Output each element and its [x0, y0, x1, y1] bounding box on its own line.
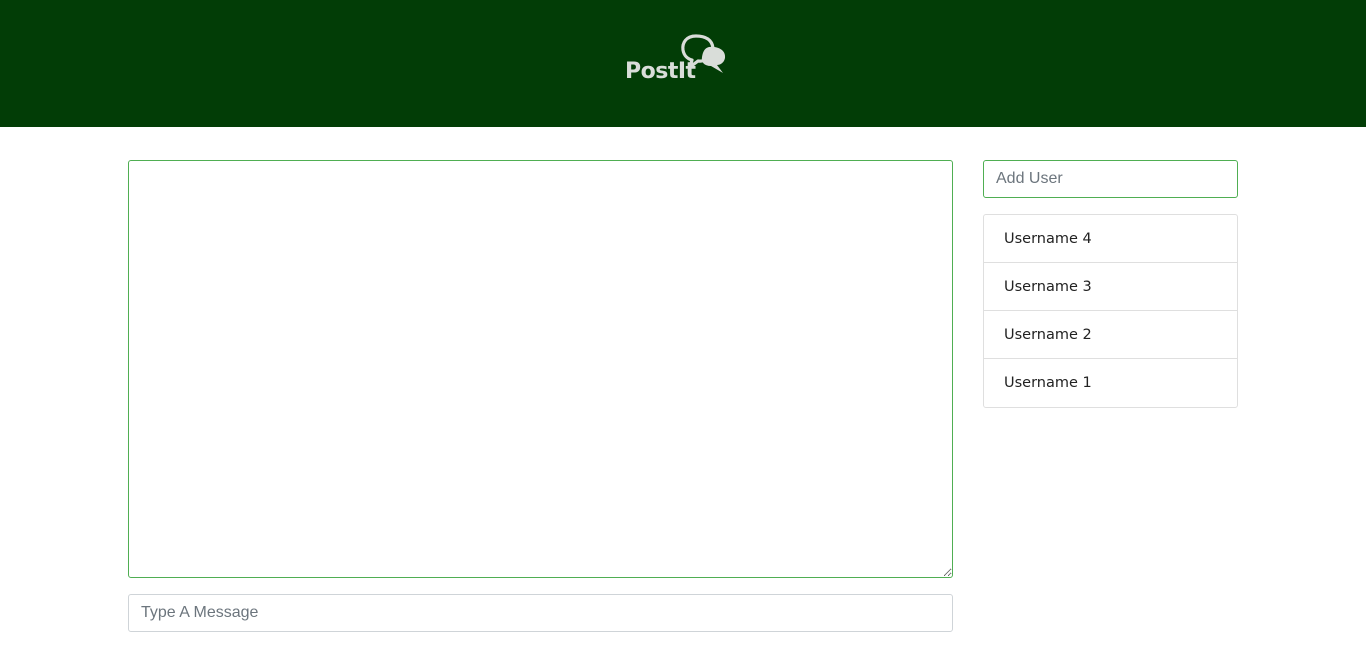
add-user-input[interactable]: [983, 160, 1238, 198]
chat-messages-area[interactable]: [128, 160, 953, 578]
user-list-item[interactable]: Username 3: [984, 263, 1237, 311]
user-list-item[interactable]: Username 4: [984, 215, 1237, 263]
user-list: Username 4 Username 3 Username 2 Usernam…: [983, 214, 1238, 408]
logo-wordmark: PostIt: [625, 59, 696, 84]
app-header: PostIt: [0, 0, 1366, 127]
user-list-item[interactable]: Username 1: [984, 359, 1237, 407]
user-list-item[interactable]: Username 2: [984, 311, 1237, 359]
message-input[interactable]: [128, 594, 953, 632]
app-logo: PostIt: [624, 33, 730, 89]
